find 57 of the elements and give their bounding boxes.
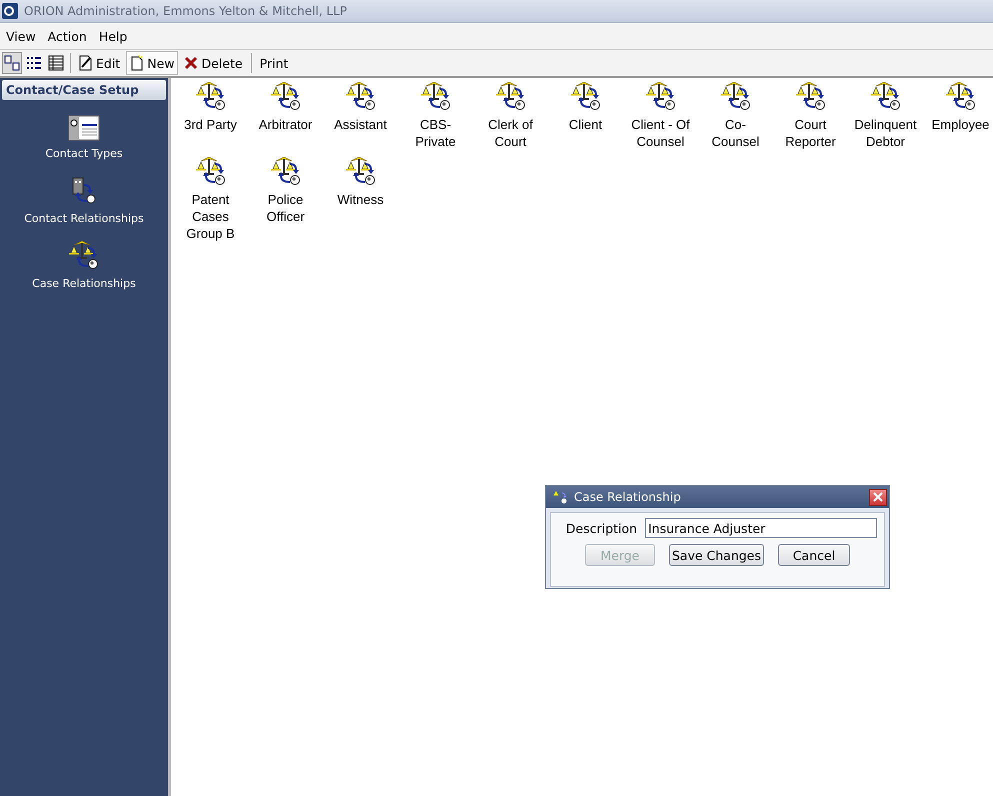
- toolbar-button[interactable]: Edit: [75, 51, 124, 75]
- relationship-item[interactable]: Employee: [923, 82, 993, 153]
- sidebar-header: Contact/Case Setup: [2, 80, 166, 100]
- relationship-item[interactable]: Witness: [323, 157, 398, 228]
- description-label: Description: [566, 520, 638, 536]
- scales-icon: [570, 82, 602, 112]
- app-icon: [2, 3, 18, 19]
- scales-icon: [494, 82, 526, 112]
- scales-icon: [270, 157, 302, 187]
- description-field[interactable]: Insurance Adjuster: [645, 518, 878, 538]
- sidebar-item[interactable]: Contact Types: [0, 114, 168, 161]
- scales-icon: [944, 82, 976, 112]
- toolbar-button[interactable]: Delete: [180, 51, 247, 75]
- scales-icon: [794, 82, 826, 112]
- relationship-item[interactable]: Arbitrator: [248, 82, 323, 153]
- scales-icon: [344, 157, 376, 187]
- relationship-item[interactable]: Co-Counsel: [698, 82, 773, 153]
- close-button[interactable]: [869, 488, 887, 506]
- menu-item[interactable]: View: [0, 28, 42, 44]
- toolbar-button[interactable]: Print: [256, 51, 292, 75]
- scales-icon: [194, 157, 226, 187]
- relationship-item[interactable]: Client - Of Counsel: [623, 82, 698, 153]
- dialog-title: Case Relationship: [574, 490, 681, 504]
- scales-icon: [720, 82, 752, 112]
- relationship-item[interactable]: Delinquent Debtor: [848, 82, 923, 153]
- scales-icon: [420, 82, 452, 112]
- menu-item[interactable]: Help: [92, 28, 134, 44]
- scales-icon: [870, 82, 902, 112]
- building-people-icon: [71, 176, 97, 206]
- scales-icon: [344, 82, 376, 112]
- relationship-item[interactable]: Court Reporter: [773, 82, 848, 153]
- window-title: ORION Administration, Emmons Yelton & Mitchell, LLP: [24, 4, 347, 18]
- dialog-button[interactable]: Cancel: [778, 544, 850, 566]
- pencil-page-icon: [79, 55, 93, 71]
- toolbar-button[interactable]: New: [126, 51, 178, 75]
- list-view-icon: [26, 55, 42, 71]
- relationship-item[interactable]: Police Officer: [248, 157, 323, 228]
- new-page-icon: [130, 55, 144, 71]
- delete-icon: [184, 56, 198, 70]
- large-icons-icon: [4, 55, 20, 71]
- details-view-icon: [48, 55, 64, 71]
- view-button[interactable]: [2, 52, 22, 74]
- sidebar-item[interactable]: Case Relationships: [0, 240, 168, 291]
- scales-icon: [194, 82, 226, 112]
- sidebar-item[interactable]: Contact Relationships: [0, 175, 168, 226]
- scales-icon: [270, 82, 302, 112]
- contact-card-icon: [68, 115, 100, 141]
- dialog-button[interactable]: Save Changes: [668, 544, 764, 566]
- relationship-item[interactable]: 3rd Party: [173, 82, 248, 153]
- menu-item[interactable]: Action: [42, 28, 93, 44]
- relationship-item[interactable]: Assistant: [323, 82, 398, 153]
- relationship-item[interactable]: Patent Cases Group B: [173, 157, 248, 242]
- scales-icon: [644, 82, 676, 112]
- close-icon: [873, 492, 883, 502]
- relationship-item[interactable]: CBS-Private: [398, 82, 473, 153]
- relationship-item[interactable]: Client: [548, 82, 623, 153]
- relationship-item[interactable]: Clerk of Court: [473, 82, 548, 153]
